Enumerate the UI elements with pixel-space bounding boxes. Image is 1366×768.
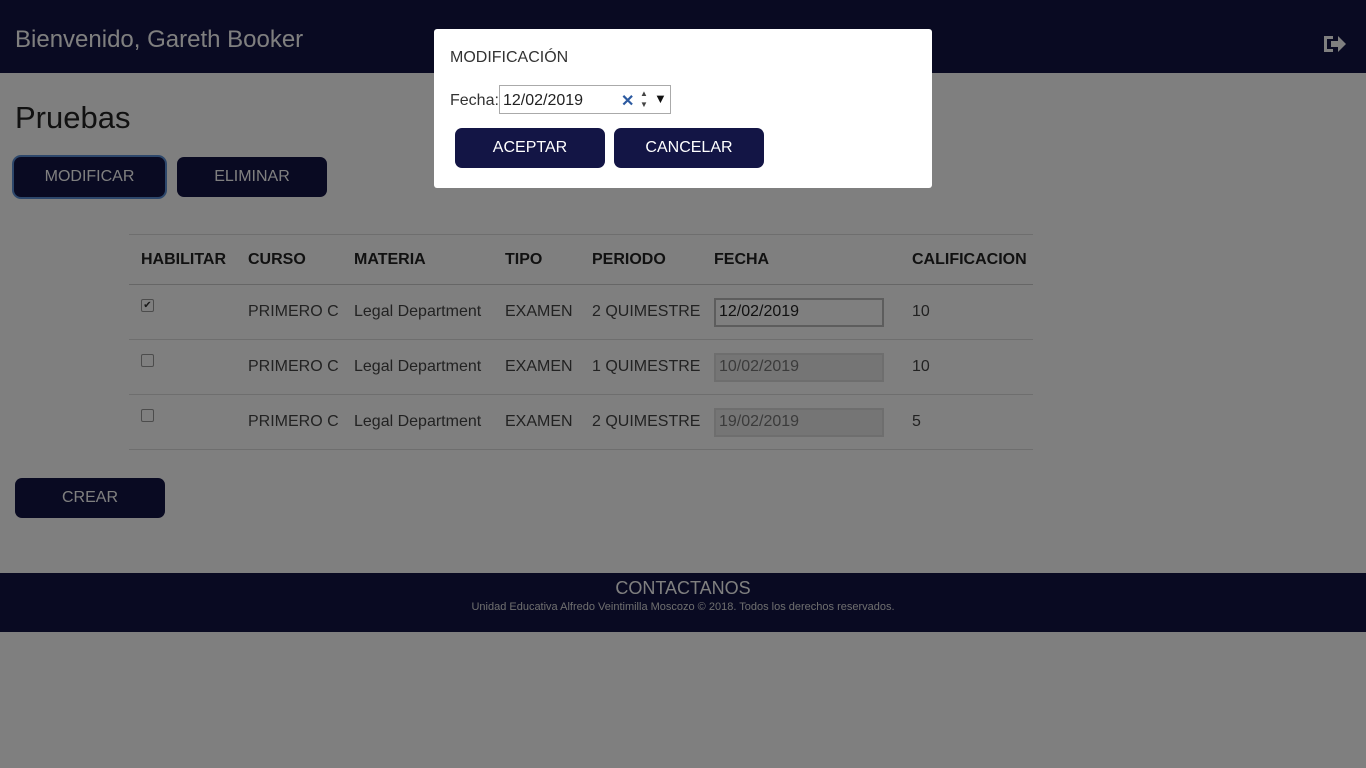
clear-icon[interactable]: ✕ <box>621 91 634 111</box>
fecha-label: Fecha: <box>450 92 499 109</box>
spin-stepper-icon[interactable]: ▲ ▼ <box>639 88 649 112</box>
fecha-date-input[interactable]: 12/02/2019 ✕ ▲ ▼ ▼ <box>499 85 671 114</box>
calendar-dropdown-icon[interactable]: ▼ <box>654 91 667 106</box>
cancelar-button[interactable]: CANCELAR <box>614 128 764 168</box>
aceptar-button[interactable]: ACEPTAR <box>455 128 605 168</box>
fecha-input-value: 12/02/2019 <box>503 92 584 109</box>
dialog-title: MODIFICACIÓN <box>450 49 569 66</box>
modificacion-dialog: MODIFICACIÓN Fecha: 12/02/2019 ✕ ▲ ▼ ▼ AC… <box>434 29 932 188</box>
